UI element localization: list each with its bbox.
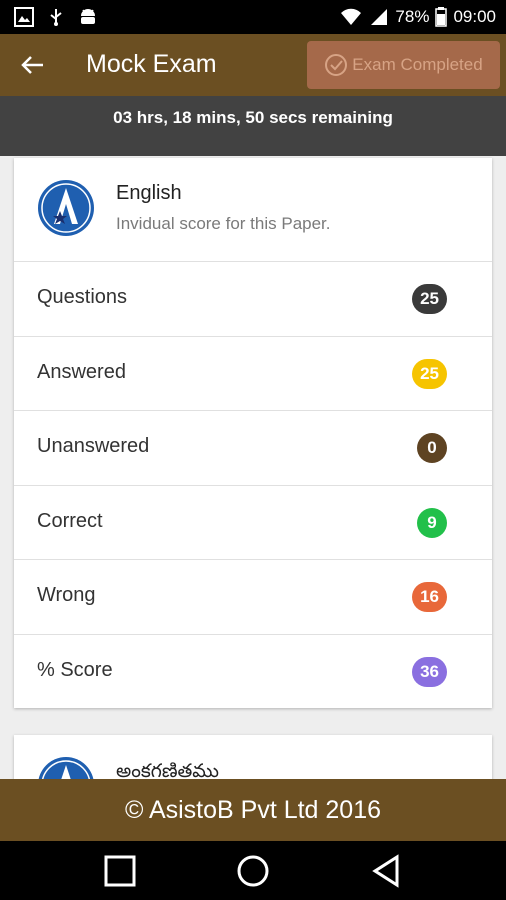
time-remaining-bar: 03 hrs, 18 mins, 50 secs remaining [0,96,506,156]
wifi-icon [341,8,362,26]
wrong-row: Wrong 16 [14,560,492,635]
unanswered-count-badge: 0 [417,433,447,463]
row-label: % Score [37,658,113,681]
row-label: Unanswered [37,435,150,457]
arrow-back-icon [21,56,43,74]
home-button[interactable] [233,851,273,891]
circle-icon [237,855,269,887]
questions-count-badge: 25 [412,284,447,314]
page-title: Mock Exam [86,50,217,78]
row-label: Answered [37,360,126,383]
triangle-back-icon [372,854,399,888]
row-label: Questions [37,286,128,308]
asistob-logo-icon [38,180,94,236]
questions-row: Questions 25 [14,262,492,337]
paper-subtitle: Invidual score for this Paper. [116,214,331,233]
footer: © AsistoB Pvt Ltd 2016 [0,779,506,841]
exam-completed-label: Exam Completed [352,55,483,74]
correct-row: Correct 9 [14,486,492,560]
clock: 09:00 [453,7,496,26]
wrong-count-badge: 16 [412,582,447,612]
back-button[interactable] [18,50,48,80]
answered-count-badge: 25 [412,358,447,389]
battery-percent: 78% [395,7,430,26]
score-badge: 36 [412,656,447,687]
recents-button[interactable] [100,851,140,891]
usb-icon [50,9,62,26]
score-row: % Score 36 [14,635,492,710]
paper-header: English Invidual score for this Paper. [14,158,492,262]
status-bar: 78% 09:00 [0,0,506,34]
check-circle-icon [325,54,348,76]
system-navigation-bar [0,841,506,900]
signal-icon [371,9,388,25]
image-notification-icon [14,7,34,27]
square-icon [104,855,136,887]
paper-title: English [116,182,182,204]
row-label: Correct [37,509,103,532]
correct-count-badge: 9 [417,507,447,538]
answered-row: Answered 25 [14,337,492,411]
exam-completed-button[interactable]: Exam Completed [307,41,500,89]
row-label: Wrong [37,584,96,606]
paper-score-card: English Invidual score for this Paper. Q… [14,158,492,708]
battery-icon [435,7,448,27]
back-nav-button[interactable] [367,851,407,891]
unanswered-row: Unanswered 0 [14,411,492,486]
android-debug-icon [81,9,95,24]
